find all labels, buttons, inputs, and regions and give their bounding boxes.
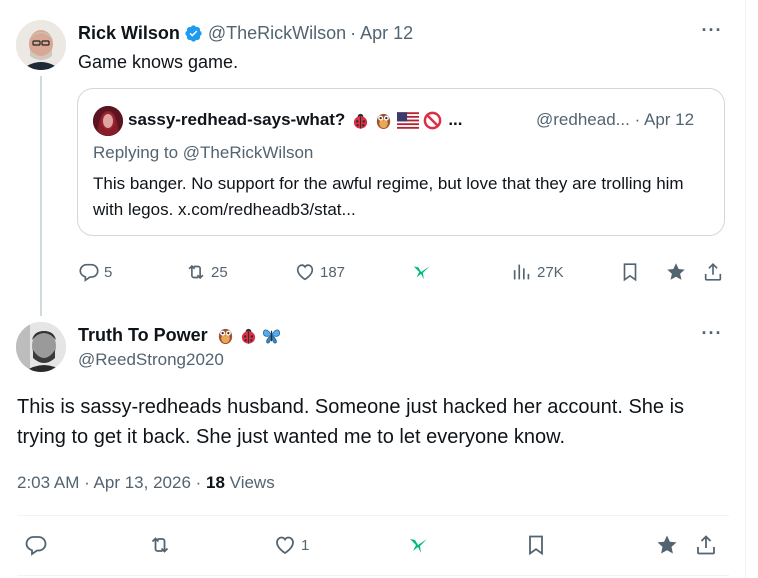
owl-emoji (377, 113, 391, 129)
repost-button[interactable] (148, 533, 172, 557)
tweet-header: Truth To Power (78, 323, 281, 347)
star-button[interactable] (665, 261, 687, 283)
tweet-text: Game knows game. (78, 52, 239, 72)
bookmark-icon (529, 535, 543, 556)
tweet-text: This is sassy-redheads husband. Someone … (17, 396, 685, 448)
quote-handle: @redhead... (536, 110, 630, 129)
views-count: 18 (206, 473, 225, 492)
views-count: 27K (537, 263, 564, 281)
author-handle[interactable]: @TheRickWilson (208, 23, 346, 44)
grok-button[interactable] (407, 533, 431, 557)
dot-separator: · (350, 22, 357, 43)
more-options-icon[interactable]: ··· (701, 324, 723, 347)
reply-button[interactable]: 5 (78, 261, 112, 283)
avatar[interactable] (16, 20, 66, 70)
grok-icon (413, 266, 430, 280)
repost-count: 25 (211, 263, 228, 281)
quoted-tweet[interactable]: sassy-redhead-says-what? ... @redhead...… (77, 88, 725, 236)
quote-handle-date: @redhead... · Apr 12 (536, 108, 694, 132)
author-handle[interactable]: @ReedStrong2020 (78, 350, 224, 370)
share-button[interactable] (702, 261, 724, 283)
ladybug-emoji (354, 113, 368, 129)
share-icon (697, 535, 715, 555)
column-border (745, 0, 746, 578)
prohibited-emoji (423, 111, 442, 129)
views-label: Views (224, 473, 275, 492)
reply-button[interactable] (24, 533, 48, 557)
reply-icon (25, 536, 47, 556)
quote-text: This banger. No support for the awful re… (93, 174, 684, 219)
author-name[interactable]: Truth To Power (78, 325, 208, 346)
bookmark-button[interactable] (619, 261, 641, 283)
verified-badge-icon (185, 24, 202, 42)
tweet-date[interactable]: Apr 12 (360, 23, 413, 44)
divider (17, 575, 729, 576)
author-name[interactable]: Rick Wilson (78, 23, 180, 44)
timestamp[interactable]: 2:03 AM · Apr 13, 2026 · (17, 473, 206, 492)
quote-avatar (93, 106, 123, 136)
heart-icon (296, 264, 314, 281)
quote-author-name: sassy-redhead-says-what? (128, 110, 346, 129)
grok-button[interactable] (411, 261, 433, 283)
avatar[interactable] (16, 322, 66, 372)
bookmark-button[interactable] (524, 533, 548, 557)
star-icon (657, 535, 677, 554)
share-icon (704, 263, 722, 281)
butterfly-emoji (262, 329, 280, 343)
quote-name-ellipsis: ... (448, 110, 463, 129)
like-button[interactable]: 1 (273, 533, 309, 557)
quote-replying-to: Replying to @TheRickWilson (93, 143, 314, 162)
heart-icon (276, 536, 294, 555)
repost-icon (151, 537, 169, 553)
tweet-header: Rick Wilson @TheRickWilson · Apr 12 (78, 21, 413, 45)
like-button[interactable]: 187 (294, 261, 345, 283)
ladybug-emoji (241, 328, 255, 344)
views-icon (513, 264, 530, 280)
quote-header: sassy-redhead-says-what? ... (128, 108, 463, 132)
repost-icon (188, 264, 204, 280)
star-icon (667, 263, 685, 280)
more-options-icon[interactable]: ··· (701, 21, 723, 44)
repost-button[interactable]: 25 (185, 261, 228, 283)
star-button[interactable] (655, 533, 679, 557)
grok-icon (410, 539, 427, 553)
owl-emoji (218, 328, 232, 344)
thread-line (40, 76, 42, 316)
divider (17, 515, 729, 516)
quote-date: · Apr 12 (634, 110, 695, 129)
like-count: 1 (301, 536, 310, 554)
bookmark-icon (623, 263, 637, 282)
like-count: 187 (320, 263, 346, 281)
us-flag-emoji (397, 111, 420, 129)
reply-count: 5 (104, 263, 113, 281)
tweet-meta: 2:03 AM · Apr 13, 2026 · 18 Views (17, 473, 275, 493)
reply-icon (79, 263, 99, 282)
views-button[interactable]: 27K (511, 261, 564, 283)
share-button[interactable] (694, 533, 718, 557)
